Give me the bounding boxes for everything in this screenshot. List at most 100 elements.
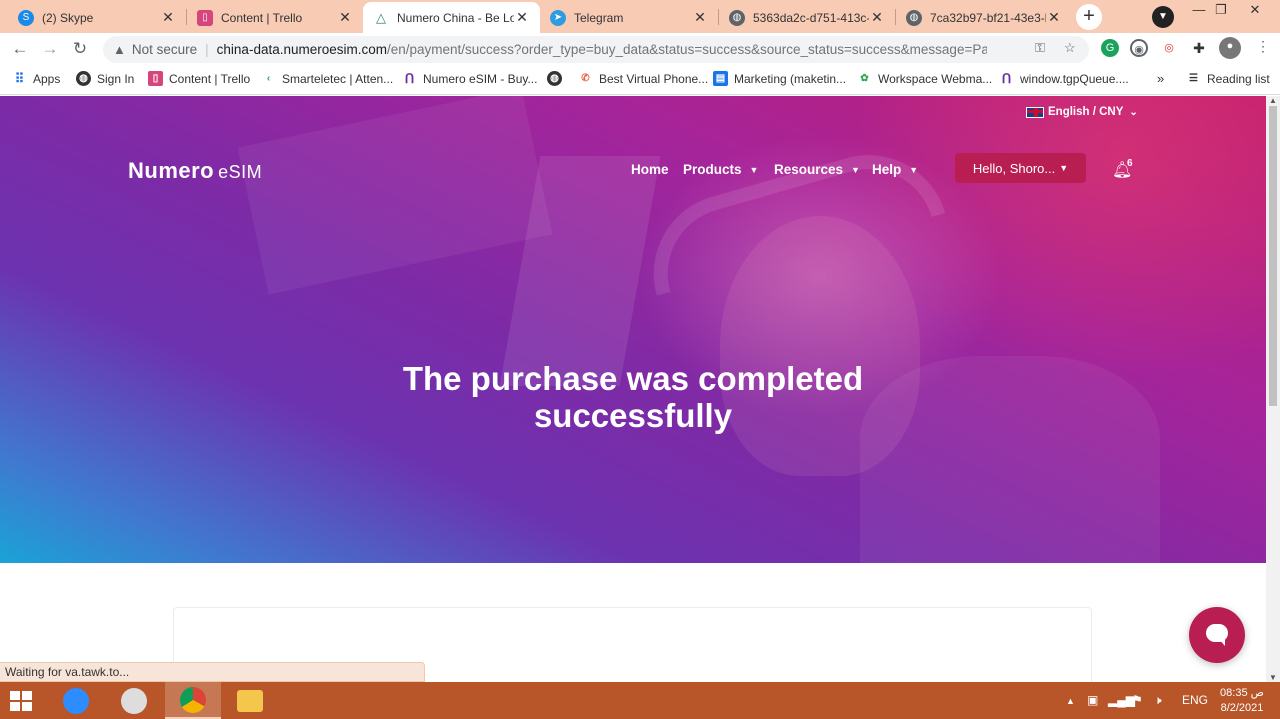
forward-icon[interactable]: → <box>40 39 60 59</box>
extensions-puzzle-icon[interactable]: ✚ <box>1190 39 1208 57</box>
scroll-up-icon[interactable]: ▲ <box>1269 96 1277 105</box>
taskbar-chrome[interactable] <box>165 682 221 719</box>
bookmark-marketing[interactable]: ▤ Marketing (maketin... <box>713 71 846 86</box>
extension-eye-icon[interactable]: ◎ <box>1160 39 1178 57</box>
phone-icon: ✆ <box>581 73 590 84</box>
reading-list-button[interactable]: ☰ Reading list <box>1186 71 1270 86</box>
scrollbar-thumb[interactable] <box>1269 106 1277 406</box>
close-icon[interactable]: ✕ <box>337 9 353 26</box>
grammarly-icon[interactable]: G <box>1101 39 1119 57</box>
account-menu-button[interactable]: Hello, Shoro... ▼ <box>955 153 1086 183</box>
bookmark-label: Content | Trello <box>169 71 251 86</box>
bookmark-label: Marketing (maketin... <box>734 71 847 86</box>
bookmark-workspace[interactable]: ✿ Workspace Webma... <box>857 71 992 86</box>
trello-icon: ▯ <box>148 71 163 86</box>
bookmarks-overflow-icon[interactable]: » <box>1157 71 1164 86</box>
input-language[interactable]: ENG <box>1182 693 1208 707</box>
scroll-down-icon[interactable]: ▼ <box>1269 673 1277 682</box>
bookmark-tgp-queue[interactable]: Ո window.tgpQueue.... <box>999 71 1129 86</box>
bookmark-sign-in[interactable]: ◍ Sign In <box>76 71 134 86</box>
tab-title: Numero China - Be Loc <box>397 10 514 25</box>
clock-date: 8/2/2021 <box>1220 702 1264 714</box>
close-icon[interactable]: ✕ <box>692 9 708 26</box>
tab-skype[interactable]: S (2) Skype ✕ <box>8 2 186 33</box>
bookmark-virtual-phone[interactable]: ✆ Best Virtual Phone... <box>578 71 708 86</box>
tab-title: (2) Skype <box>42 10 94 25</box>
chevron-down-icon: ⌄ <box>1129 106 1138 118</box>
browser-toolbar: ← → ↻ ▲ Not secure | china-data.numeroes… <box>0 33 1280 65</box>
reload-icon[interactable]: ↻ <box>70 39 90 59</box>
nav-label: Products <box>683 162 742 177</box>
page-scrollbar[interactable]: ▲ ▼ <box>1266 96 1280 682</box>
bookmark-label: Workspace Webma... <box>878 71 993 86</box>
globe-icon: ◍ <box>906 9 922 26</box>
address-divider: | <box>205 42 209 57</box>
tray-chevron-up-icon[interactable]: ▲ <box>1066 696 1075 706</box>
windows-start-icon[interactable] <box>10 691 32 711</box>
nav-products[interactable]: Products ▼ <box>683 162 758 177</box>
tab-trello[interactable]: ▯ Content | Trello ✕ <box>187 2 363 33</box>
chat-bubble-icon <box>1206 624 1228 646</box>
taskbar-zoom[interactable] <box>48 682 104 719</box>
trello-icon: ▯ <box>197 9 213 26</box>
chrome-icon <box>180 686 206 713</box>
tab-uuid-2[interactable]: ◍ 7ca32b97-bf21-43e3-b ✕ <box>896 2 1072 33</box>
tab-uuid-1[interactable]: ◍ 5363da2c-d751-413c-a ✕ <box>719 2 895 33</box>
chevron-down-icon: ▼ <box>749 164 759 175</box>
close-icon[interactable]: ✕ <box>1046 9 1062 26</box>
tab-numero-china[interactable]: △ Numero China - Be Loc ✕ <box>363 2 540 33</box>
wifi-signal-icon[interactable]: ▂▄▆ <box>1108 693 1135 707</box>
bookmark-globe[interactable]: ◍ <box>547 71 568 86</box>
taskbar-file-explorer[interactable] <box>222 682 278 719</box>
browser-status-bar: Waiting for va.tawk.to... <box>0 662 425 682</box>
caret-down-icon: ▼ <box>1059 163 1069 173</box>
nav-home[interactable]: Home <box>631 162 669 177</box>
site-logo[interactable]: Numero eSIM <box>128 158 262 184</box>
nav-help[interactable]: Help ▼ <box>872 162 918 177</box>
language-currency-selector[interactable]: English / CNY ⌄ <box>1026 106 1138 118</box>
back-icon[interactable]: ← <box>10 39 30 59</box>
live-chat-button[interactable] <box>1189 607 1245 663</box>
tab-title: 5363da2c-d751-413c-a <box>753 10 869 25</box>
globe-icon: ◍ <box>76 71 91 86</box>
restore-icon[interactable]: ❐ <box>1206 2 1236 18</box>
taskbar-paint[interactable] <box>106 682 162 719</box>
new-tab-button[interactable]: + <box>1076 4 1102 30</box>
folder-icon <box>237 689 263 712</box>
bookmark-apps[interactable]: ⠿ Apps <box>12 70 61 86</box>
logo-suffix: eSIM <box>218 162 263 182</box>
close-icon[interactable]: ✕ <box>514 9 530 26</box>
bookmark-smarteletec[interactable]: ‹ Smarteletec | Atten... <box>261 71 393 86</box>
extension-circle-icon[interactable]: ◉ <box>1130 39 1148 57</box>
close-icon[interactable]: ✕ <box>869 9 885 26</box>
tab-telegram[interactable]: ➤ Telegram ✕ <box>540 2 718 33</box>
notification-count-badge: 6 <box>1127 158 1133 169</box>
close-icon[interactable]: ✕ <box>160 9 176 26</box>
bookmark-trello[interactable]: ▯ Content | Trello <box>148 71 250 86</box>
window-close-icon[interactable]: ✕ <box>1240 2 1270 18</box>
key-icon[interactable]: ⚿ <box>1035 40 1045 56</box>
address-bar[interactable]: ▲ Not secure | china-data.numeroesim.com… <box>103 36 1089 63</box>
nav-label: Resources <box>774 162 844 177</box>
tab-search-icon[interactable]: ▼ <box>1152 6 1174 28</box>
telegram-icon: ➤ <box>550 9 566 26</box>
uk-flag-icon <box>1026 106 1044 118</box>
hero-banner: English / CNY ⌄ Numero eSIM Home Product… <box>0 96 1266 563</box>
url-host: china-data.numeroesim.com <box>216 42 387 57</box>
warning-icon: ▲ <box>113 42 126 57</box>
menu-kebab-icon[interactable]: ⋮ <box>1256 38 1270 55</box>
page-title: The purchase was completed successfully <box>333 360 933 434</box>
bookmark-star-icon[interactable]: ☆ <box>1064 40 1076 56</box>
logo-wordmark: Numero <box>128 158 215 183</box>
profile-avatar[interactable]: ● <box>1219 37 1241 59</box>
nav-label: Home <box>631 162 669 177</box>
volume-icon[interactable]: 🕨︎ <box>1154 693 1162 708</box>
security-label[interactable]: Not secure <box>132 42 197 57</box>
nav-resources[interactable]: Resources ▼ <box>774 162 860 177</box>
tray-flag-icon[interactable]: ⚑ <box>1132 693 1143 707</box>
page-title-line-1: The purchase was completed <box>402 360 864 397</box>
system-clock[interactable]: 08:35 ص 8/2/2021 <box>1212 686 1272 716</box>
bookmark-numero-esim[interactable]: Ո Numero eSIM - Buy... <box>402 71 538 86</box>
apps-grid-icon: ⠿ <box>14 70 25 86</box>
tray-device-icon[interactable]: ▣ <box>1087 693 1098 707</box>
